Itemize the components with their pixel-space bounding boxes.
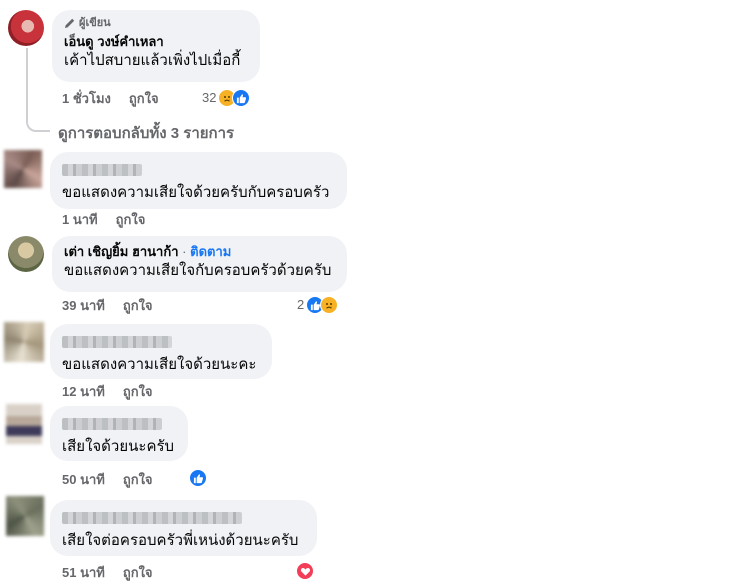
author-badge: ผู้เขียน xyxy=(64,16,248,30)
comment-bubble: ขอแสดงความเสียใจด้วยครับกับครอบครัว xyxy=(50,152,347,209)
avatar[interactable] xyxy=(8,236,44,272)
comment-time[interactable]: 1 ชั่วโมง xyxy=(62,91,111,107)
thread-connector xyxy=(26,48,50,132)
commenter-name[interactable]: เอ็นดู วงษ์คำเหลา xyxy=(64,33,248,51)
avatar[interactable] xyxy=(6,404,42,444)
avatar[interactable] xyxy=(4,322,44,362)
like-button[interactable]: ถูกใจ xyxy=(123,565,153,581)
reaction-summary[interactable]: 2 xyxy=(297,296,339,314)
pencil-icon xyxy=(65,18,75,28)
comment-actions: 1 นาที ถูกใจ xyxy=(62,212,145,228)
reaction-count: 32 xyxy=(202,90,217,105)
comment-text: ขอแสดงความเสียใจด้วยครับกับครอบครัว xyxy=(62,184,330,201)
avatar[interactable] xyxy=(6,496,44,536)
like-button[interactable]: ถูกใจ xyxy=(123,472,153,488)
author-badge-label: ผู้เขียน xyxy=(79,17,111,29)
comment-actions: 39 นาที ถูกใจ xyxy=(62,298,153,314)
comment-time[interactable]: 50 นาที xyxy=(62,472,105,488)
sad-icon xyxy=(320,296,339,314)
avatar[interactable] xyxy=(8,10,44,46)
comment-time[interactable]: 51 นาที xyxy=(62,565,105,581)
comment-actions: 12 นาที ถูกใจ xyxy=(62,384,153,400)
reaction-summary[interactable] xyxy=(189,469,207,487)
like-button[interactable]: ถูกใจ xyxy=(129,91,159,107)
separator: · xyxy=(182,244,187,259)
commenter-name[interactable]: เต่า เชิญยิ้ม ฮานาก้า xyxy=(64,244,179,259)
comment-text: เค้าไปสบายแล้วเพิ่งไปเมื่อกี้ xyxy=(64,52,241,69)
like-icon xyxy=(232,89,251,107)
like-button[interactable]: ถูกใจ xyxy=(116,212,146,228)
view-replies-link[interactable]: ดูการตอบกลับทั้ง 3 รายการ xyxy=(58,121,234,145)
comment-text: เสียใจต่อครอบครัวพี่เหน่งด้วยนะครับ xyxy=(62,532,299,549)
comment-time[interactable]: 39 นาที xyxy=(62,298,105,314)
comment-actions: 50 นาที ถูกใจ xyxy=(62,472,153,488)
avatar[interactable] xyxy=(4,150,42,188)
reaction-summary[interactable] xyxy=(296,562,314,580)
comment-text: เสียใจด้วยนะครับ xyxy=(62,438,175,455)
follow-button[interactable]: ติดตาม xyxy=(190,244,231,259)
comment-text: ขอแสดงความเสียใจด้วยนะคะ xyxy=(62,356,257,373)
comment-time[interactable]: 12 นาที xyxy=(62,384,105,400)
reaction-summary[interactable]: 32 xyxy=(202,89,251,107)
comment-bubble: เสียใจต่อครอบครัวพี่เหน่งด้วยนะครับ xyxy=(50,500,317,556)
comment-bubble: ขอแสดงความเสียใจด้วยนะคะ xyxy=(50,324,272,379)
comment-actions: 1 ชั่วโมง ถูกใจ xyxy=(62,91,159,107)
reaction-count: 2 xyxy=(297,297,305,312)
comment-bubble: เต่า เชิญยิ้ม ฮานาก้า · ติดตาม ขอแสดงควา… xyxy=(52,236,347,292)
comment-bubble: เสียใจด้วยนะครับ xyxy=(50,406,188,461)
love-icon xyxy=(296,562,314,580)
blurred-commenter-name xyxy=(62,164,142,176)
comment-text: ขอแสดงความเสียใจกับครอบครัวด้วยครับ xyxy=(64,262,332,279)
commenter-name-row: เต่า เชิญยิ้ม ฮานาก้า · ติดตาม xyxy=(64,243,335,261)
comment-time[interactable]: 1 นาที xyxy=(62,212,98,228)
reply-bubble: ผู้เขียน เอ็นดู วงษ์คำเหลา เค้าไปสบายแล้… xyxy=(52,10,260,82)
blurred-commenter-name xyxy=(62,336,172,348)
blurred-commenter-name xyxy=(62,418,162,430)
like-button[interactable]: ถูกใจ xyxy=(123,384,153,400)
blurred-commenter-name xyxy=(62,512,242,524)
like-button[interactable]: ถูกใจ xyxy=(123,298,153,314)
like-icon xyxy=(189,469,207,487)
comment-actions: 51 นาที ถูกใจ xyxy=(62,565,153,581)
